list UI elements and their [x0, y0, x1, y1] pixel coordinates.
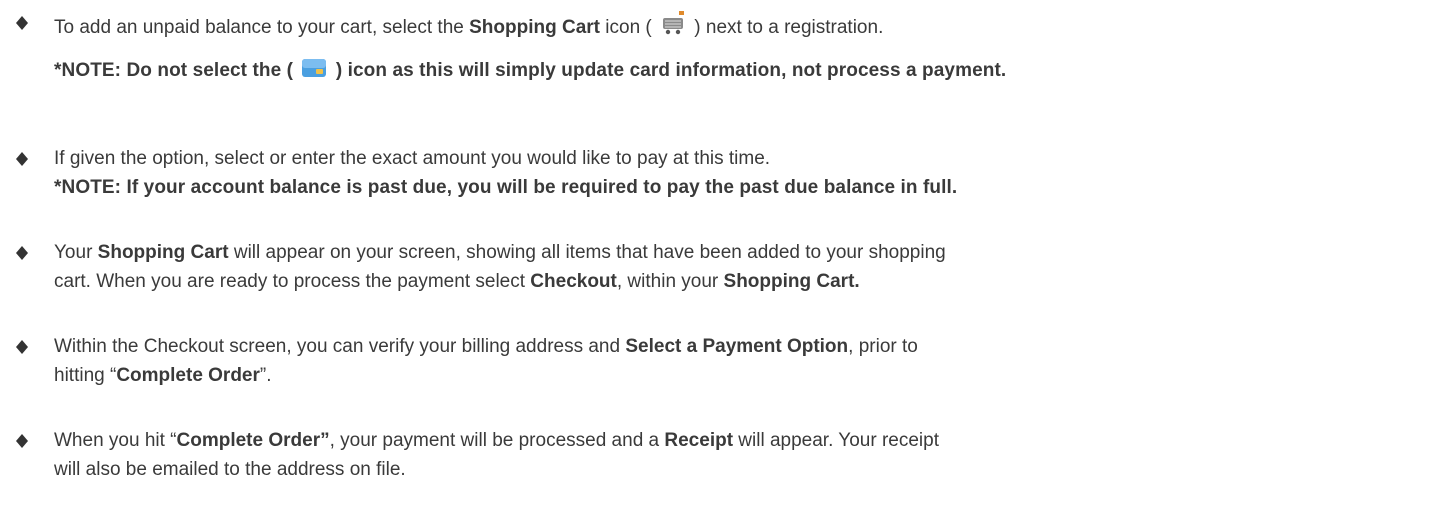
- emphasis-text: Shopping Cart: [469, 17, 600, 38]
- note-text: *NOTE: Do not select the (: [54, 60, 299, 81]
- text: hitting “: [54, 365, 117, 386]
- bullet-text-line: hitting “Complete Order”.: [54, 363, 272, 389]
- note-line: *NOTE: Do not select the ( ) icon as thi…: [54, 57, 1006, 87]
- diamond-bullet-icon: [14, 433, 30, 449]
- text: ) next to a registration.: [689, 17, 884, 38]
- text: will also be emailed to the address on f…: [54, 459, 406, 480]
- note-line: *NOTE: If your account balance is past d…: [54, 175, 957, 201]
- text: ”.: [259, 365, 272, 386]
- text: icon (: [600, 17, 658, 38]
- text: will appear on your screen, showing all …: [228, 242, 946, 263]
- text: If given the option, select or enter the…: [54, 148, 771, 169]
- bullet-text-line: cart. When you are ready to process the …: [54, 269, 860, 295]
- text: When you hit “: [54, 430, 177, 451]
- emphasis-text: Select a Payment Option: [625, 336, 849, 357]
- instructions-document: To add an unpaid balance to your cart, s…: [0, 0, 1451, 529]
- diamond-bullet-icon: [14, 15, 30, 31]
- note-text: *NOTE: If your account balance is past d…: [54, 177, 958, 198]
- bullet-text-line: will also be emailed to the address on f…: [54, 457, 406, 483]
- emphasis-text: Complete Order”: [176, 430, 330, 451]
- emphasis-text: Complete Order: [116, 365, 260, 386]
- text: Your: [54, 242, 98, 263]
- credit-card-icon: [301, 57, 327, 87]
- bullet-text-line: Within the Checkout screen, you can veri…: [54, 334, 918, 360]
- emphasis-text: Shopping Cart: [97, 242, 229, 263]
- emphasis-text: Checkout: [530, 271, 617, 292]
- text: will appear. Your receipt: [733, 430, 939, 451]
- text: To add an unpaid balance to your cart, s…: [54, 17, 470, 38]
- text: Within the Checkout screen, you can veri…: [54, 336, 626, 357]
- bullet-text-line: If given the option, select or enter the…: [54, 146, 770, 172]
- bullet-text-line: Your Shopping Cart will appear on your s…: [54, 240, 946, 266]
- text: , prior to: [848, 336, 918, 357]
- shopping-cart-icon: [660, 10, 686, 44]
- diamond-bullet-icon: [14, 339, 30, 355]
- diamond-bullet-icon: [14, 151, 30, 167]
- note-text: ) icon as this will simply update card i…: [330, 60, 1007, 81]
- emphasis-text: Shopping Cart.: [723, 271, 860, 292]
- bullet-text-line: When you hit “Complete Order”, your paym…: [54, 428, 939, 454]
- bullet-text-line: To add an unpaid balance to your cart, s…: [54, 10, 883, 44]
- emphasis-text: Receipt: [664, 430, 734, 451]
- text: , your payment will be processed and a: [329, 430, 665, 451]
- diamond-bullet-icon: [14, 245, 30, 261]
- text: , within your: [616, 271, 724, 292]
- text: cart. When you are ready to process the …: [54, 271, 531, 292]
